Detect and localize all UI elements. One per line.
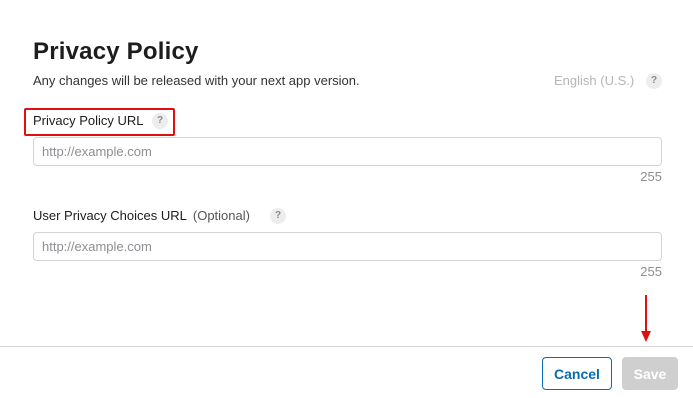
locale-selector[interactable]: English (U.S.) (554, 73, 634, 88)
down-arrow-icon (641, 295, 651, 342)
question-mark-icon[interactable]: ? (270, 208, 286, 224)
field-label-user-privacy-choices-url: User Privacy Choices URL (Optional) (33, 208, 250, 223)
char-counter: 255 (640, 169, 662, 184)
page-subtitle: Any changes will be released with your n… (33, 73, 360, 88)
save-button[interactable]: Save (622, 357, 678, 390)
char-counter: 255 (640, 264, 662, 279)
cancel-button[interactable]: Cancel (542, 357, 612, 390)
field-label-privacy-policy-url: Privacy Policy URL (33, 113, 144, 128)
question-mark-icon[interactable]: ? (152, 113, 168, 129)
optional-tag: (Optional) (192, 208, 250, 223)
question-mark-icon[interactable]: ? (646, 73, 662, 89)
field-label-text: User Privacy Choices URL (33, 208, 187, 223)
page-title: Privacy Policy (33, 38, 199, 65)
privacy-policy-url-input[interactable] (33, 137, 662, 166)
user-privacy-choices-url-input[interactable] (33, 232, 662, 261)
footer-divider (0, 346, 693, 347)
